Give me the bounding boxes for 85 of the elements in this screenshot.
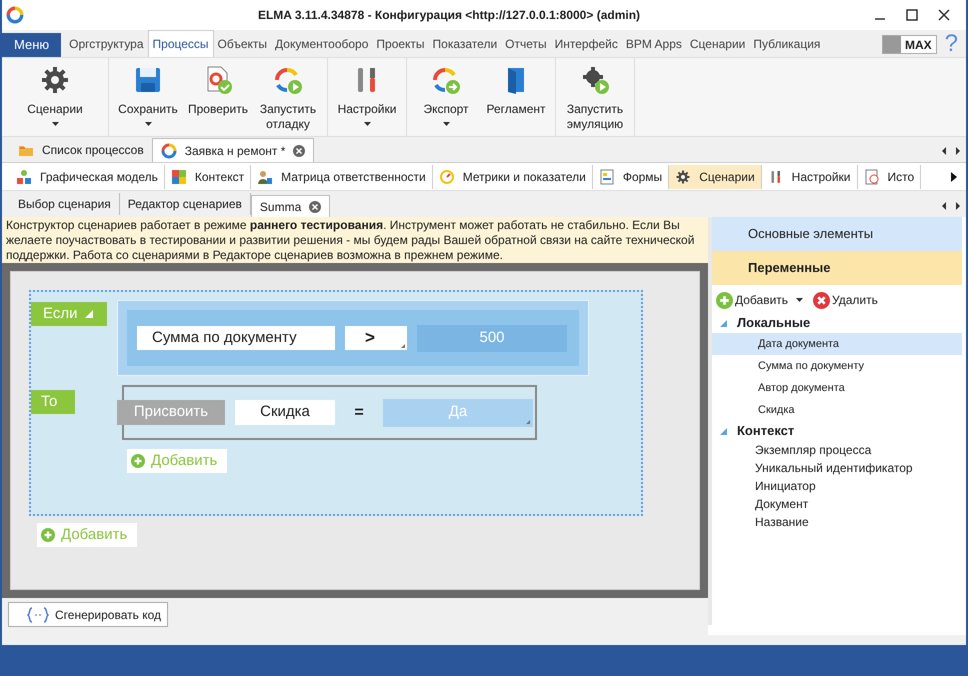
scenario-tab[interactable]: Выбор сценария bbox=[10, 193, 120, 215]
expand-arrow-icon[interactable] bbox=[720, 320, 727, 326]
caret-icon bbox=[442, 122, 450, 126]
caret-icon bbox=[364, 122, 370, 126]
ribbon-button[interactable]: Сценарии bbox=[6, 58, 104, 136]
ribbon-tab[interactable]: Оргструктура bbox=[65, 30, 148, 57]
puzzle-icon bbox=[170, 168, 187, 184]
designer-tab[interactable]: Метрики и показатели bbox=[432, 164, 593, 188]
history-icon bbox=[864, 168, 880, 184]
assign-operator: = bbox=[353, 402, 365, 422]
ring-icon bbox=[160, 142, 177, 158]
ribbon-tab[interactable]: Сценарии bbox=[686, 30, 750, 57]
tree-item[interactable]: Документ bbox=[712, 495, 962, 513]
gauge-icon bbox=[438, 168, 455, 184]
panel-section[interactable]: Основные элементы bbox=[712, 217, 962, 251]
ribbon-button[interactable]: Запустить эмуляцию bbox=[560, 58, 630, 136]
caret-icon bbox=[796, 298, 804, 302]
caret-icon bbox=[144, 122, 152, 126]
menu-button[interactable]: Меню bbox=[2, 33, 62, 57]
scroll-arrows-icon[interactable] bbox=[940, 146, 962, 156]
scroll-arrows-icon[interactable] bbox=[940, 201, 962, 211]
tree-item[interactable]: Сумма по документу bbox=[712, 355, 962, 377]
tree-group[interactable]: Локальные bbox=[737, 313, 810, 333]
tree-item[interactable]: Название bbox=[712, 513, 962, 531]
close-icon[interactable] bbox=[293, 144, 306, 156]
panel-section[interactable]: Переменные bbox=[712, 251, 962, 285]
ribbon-button[interactable]: Запустить отладку bbox=[253, 58, 323, 136]
window-title: ELMA 3.11.4.34878 - Конфигурация <http://127.0.0.1:8000> (admin) bbox=[256, 7, 642, 24]
plus-icon bbox=[716, 292, 733, 308]
target-field[interactable]: Скидка bbox=[235, 400, 335, 425]
maximize-icon[interactable] bbox=[906, 9, 918, 21]
tree-item[interactable]: Автор документа bbox=[712, 377, 962, 399]
ribbon-tab[interactable]: Объекты bbox=[214, 30, 272, 57]
designer-tab[interactable]: Матрица ответственности bbox=[251, 164, 433, 188]
ribbon-tab[interactable]: Документооборо bbox=[271, 30, 372, 57]
ribbon-tab[interactable]: Отчеты bbox=[501, 30, 551, 57]
condition-field[interactable]: Сумма по документу bbox=[137, 326, 335, 350]
designer-tab[interactable]: Формы bbox=[592, 164, 670, 188]
ribbon-tab[interactable]: Интерфейс bbox=[550, 30, 622, 57]
ribbon-tab[interactable]: BPM Apps bbox=[622, 30, 686, 57]
scenario-tab[interactable]: Summa bbox=[250, 195, 330, 217]
ribbon-tab[interactable]: Проекты bbox=[372, 30, 429, 57]
notice-banner: Конструктор сценариев работает в режиме раннего тестирования. Инструмент может работать не стабильно. Если Вы желаете поучаствовать в тестировании и развитии решения - мы будем рады Вашей обратной связи на сайте технической поддержки. Работа со сценариями в Редакторе сценариев возможна в прежнем режиме. bbox=[2, 217, 708, 263]
add-variable-button[interactable]: Добавить bbox=[716, 291, 804, 309]
designer-tab[interactable]: Графическая модель bbox=[10, 164, 165, 188]
ribbon-button[interactable]: Проверить bbox=[183, 58, 253, 136]
tree-item[interactable]: Экземпляр процесса bbox=[712, 441, 962, 459]
plus-icon bbox=[131, 454, 145, 468]
close-icon[interactable] bbox=[938, 9, 950, 21]
designer-tab[interactable]: Настройки bbox=[762, 164, 858, 188]
delete-icon bbox=[813, 292, 830, 308]
tree-item[interactable]: Инициатор bbox=[712, 477, 962, 495]
document-tab[interactable]: Список процессов bbox=[10, 138, 152, 162]
ribbon-button[interactable]: Экспорт bbox=[411, 58, 481, 136]
tree-item[interactable]: Дата документа bbox=[712, 333, 962, 355]
delete-variable-button[interactable]: Удалить bbox=[813, 291, 878, 309]
tree-group[interactable]: Контекст bbox=[737, 421, 794, 441]
gear-icon bbox=[39, 64, 71, 96]
form-icon bbox=[598, 168, 615, 184]
gear-icon bbox=[675, 168, 692, 184]
scroll-right-icon[interactable] bbox=[950, 172, 958, 182]
plus-icon bbox=[41, 528, 55, 542]
designer-tab[interactable]: Сценарии bbox=[669, 164, 762, 188]
operator-select[interactable]: > bbox=[345, 326, 407, 350]
diagram-icon bbox=[16, 168, 32, 184]
tree-item[interactable]: Скидка bbox=[712, 399, 962, 421]
ribbon-button[interactable]: Сохранить bbox=[113, 58, 183, 136]
generate-code-button[interactable]: Сгенерировать код bbox=[8, 602, 168, 627]
designer-tab[interactable]: Контекст bbox=[164, 164, 252, 188]
braces-icon bbox=[27, 606, 49, 622]
ribbon-button[interactable]: Настройки bbox=[332, 58, 402, 136]
close-icon[interactable] bbox=[309, 200, 322, 212]
tree-item[interactable]: Уникальный идентификатор bbox=[712, 459, 962, 477]
caret-icon bbox=[85, 310, 94, 318]
people-icon bbox=[257, 168, 274, 184]
ribbon-tab[interactable]: Публикация bbox=[749, 30, 824, 57]
caret-icon bbox=[52, 122, 58, 126]
max-toggle[interactable]: MAX bbox=[882, 35, 937, 54]
app-logo-icon bbox=[6, 6, 24, 24]
ribbon-tab[interactable]: Показатели bbox=[428, 30, 502, 57]
ribbon-button[interactable]: Регламент bbox=[481, 58, 551, 136]
ribbon-tab[interactable]: Процессы bbox=[148, 30, 214, 57]
designer-tab[interactable]: Исто bbox=[858, 164, 922, 188]
document-tab[interactable]: Заявка н ремонт * bbox=[152, 138, 314, 162]
expand-arrow-icon[interactable] bbox=[720, 428, 727, 434]
